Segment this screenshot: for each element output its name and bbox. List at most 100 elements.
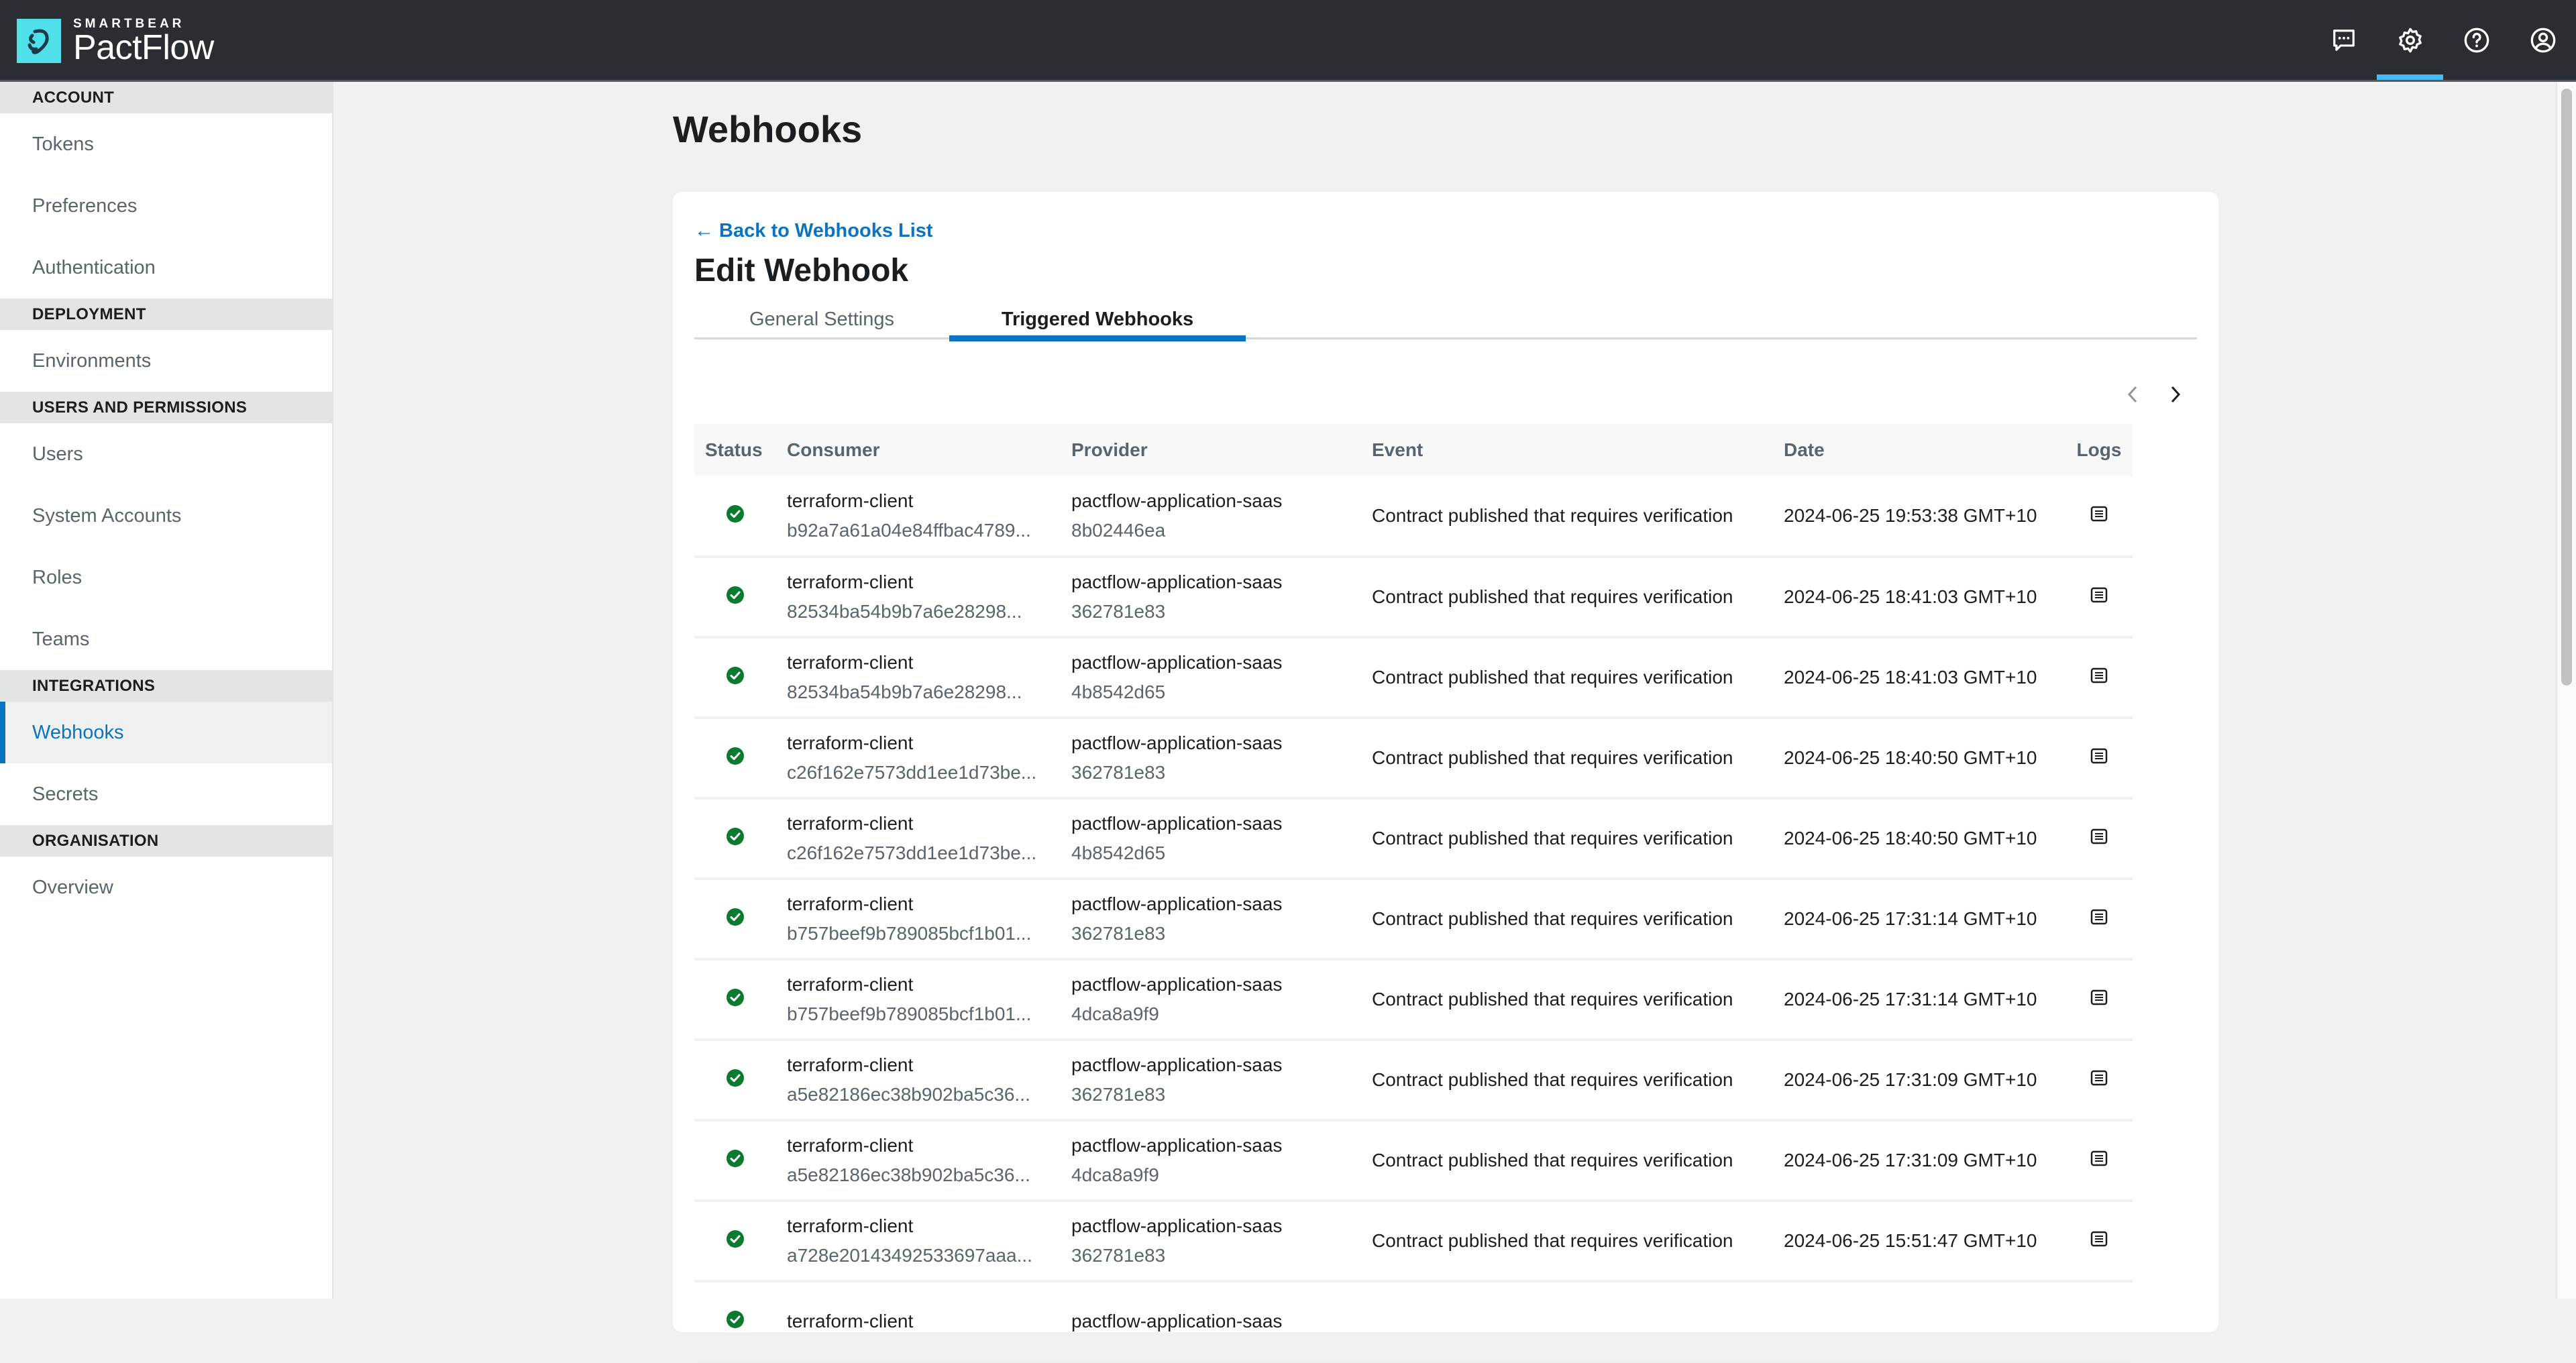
consumer-name[interactable]: terraform-client [787, 1131, 1061, 1160]
back-to-webhooks-list-link[interactable]: ← Back to Webhooks List [694, 220, 933, 242]
provider-name[interactable]: pactflow-application-saas [1071, 970, 1361, 999]
provider-name[interactable]: pactflow-application-saas [1071, 648, 1361, 677]
provider-name[interactable]: pactflow-application-saas [1071, 567, 1361, 597]
provider-version[interactable]: 4dca8a9f9 [1071, 999, 1361, 1029]
sidebar-item-system-accounts[interactable]: System Accounts [0, 485, 332, 547]
sidebar-item-overview[interactable]: Overview [0, 857, 332, 918]
event-cell: Contract published that requires verific… [1361, 1201, 1773, 1283]
sidebar-item-environments[interactable]: Environments [0, 330, 332, 392]
sidebar-item-roles[interactable]: Roles [0, 547, 332, 608]
provider-version[interactable]: 362781e83 [1071, 919, 1361, 948]
provider-version[interactable]: 4b8542d65 [1071, 677, 1361, 707]
consumer-name[interactable]: terraform-client [787, 1211, 1061, 1241]
provider-name[interactable]: pactflow-application-saas [1071, 1307, 1361, 1336]
page-scrollbar[interactable] [2556, 82, 2576, 1299]
provider-name[interactable]: pactflow-application-saas [1071, 486, 1361, 516]
provider-version[interactable]: 362781e83 [1071, 758, 1361, 787]
consumer-name[interactable]: terraform-client [787, 486, 1061, 516]
consumer-cell: terraform-client a5e82186ec38b902ba5c36.… [776, 1040, 1061, 1122]
view-logs-button[interactable] [2090, 587, 2108, 603]
date-text: 2024-06-25 18:41:03 GMT+10 [1784, 667, 2037, 688]
provider-version[interactable]: 362781e83 [1071, 1241, 1361, 1270]
provider-name[interactable]: pactflow-application-saas [1071, 728, 1361, 758]
date-cell: 2024-06-25 17:31:14 GMT+10 [1773, 959, 2065, 1041]
feedback-button[interactable] [2310, 0, 2377, 80]
logs-cell [2065, 1040, 2133, 1122]
consumer-cell: terraform-client a5e82186ec38b902ba5c36.… [776, 1120, 1061, 1202]
consumer-version[interactable]: 82534ba54b9b7a6e28298... [787, 677, 1061, 707]
account-button[interactable] [2510, 0, 2576, 80]
provider-version[interactable]: 4dca8a9f9 [1071, 1160, 1361, 1190]
pactflow-logo[interactable]: SMARTBEAR PactFlow [17, 17, 214, 67]
table-row: terraform-client c26f162e7573dd1ee1d73be… [694, 718, 2133, 800]
provider-version[interactable]: 4b8542d65 [1071, 838, 1361, 868]
provider-name[interactable]: pactflow-application-saas [1071, 1131, 1361, 1160]
column-header-date: Date [1784, 439, 1825, 460]
view-logs-button[interactable] [2090, 506, 2108, 522]
view-logs-button[interactable] [2090, 1231, 2108, 1247]
consumer-version[interactable]: c26f162e7573dd1ee1d73be... [787, 758, 1061, 787]
success-check-icon [727, 504, 744, 523]
view-logs-button[interactable] [2090, 989, 2108, 1005]
consumer-version[interactable]: a5e82186ec38b902ba5c36... [787, 1080, 1061, 1109]
logs-cell [2065, 718, 2133, 800]
sidebar-item-users[interactable]: Users [0, 423, 332, 485]
provider-cell: pactflow-application-saas 362781e83 [1061, 557, 1361, 639]
consumer-version[interactable]: c26f162e7573dd1ee1d73be... [787, 838, 1061, 868]
consumer-name[interactable]: terraform-client [787, 728, 1061, 758]
consumer-name[interactable]: terraform-client [787, 970, 1061, 999]
consumer-version[interactable]: b757beef9b789085bcf1b01... [787, 919, 1061, 948]
next-page-button[interactable] [2154, 380, 2197, 409]
consumer-version[interactable]: b92a7a61a04e84ffbac4789... [787, 516, 1061, 545]
date-text: 2024-06-25 19:53:38 GMT+10 [1784, 505, 2037, 526]
consumer-name[interactable]: terraform-client [787, 1307, 1061, 1336]
consumer-name[interactable]: terraform-client [787, 648, 1061, 677]
scrollbar-thumb[interactable] [2561, 89, 2572, 686]
sidebar-item-authentication[interactable]: Authentication [0, 237, 332, 298]
success-check-icon [727, 908, 744, 926]
consumer-version[interactable]: a5e82186ec38b902ba5c36... [787, 1160, 1061, 1190]
view-logs-button[interactable] [2090, 748, 2108, 764]
consumer-version[interactable]: a728e20143492533697aaa... [787, 1241, 1061, 1270]
view-logs-button[interactable] [2090, 667, 2108, 684]
sidebar-item-webhooks[interactable]: Webhooks [0, 702, 332, 763]
sidebar-item-tokens[interactable]: Tokens [0, 113, 332, 175]
date-text: 2024-06-25 17:31:09 GMT+10 [1784, 1069, 2037, 1090]
column-header-provider: Provider [1071, 439, 1148, 460]
view-logs-button[interactable] [2090, 909, 2108, 925]
help-button[interactable] [2443, 0, 2510, 80]
provider-name[interactable]: pactflow-application-saas [1071, 1211, 1361, 1241]
consumer-name[interactable]: terraform-client [787, 809, 1061, 838]
date-text: 2024-06-25 17:31:09 GMT+10 [1784, 1150, 2037, 1170]
view-logs-button[interactable] [2090, 828, 2108, 844]
settings-button[interactable] [2377, 0, 2443, 80]
consumer-version[interactable]: 82534ba54b9b7a6e28298... [787, 597, 1061, 626]
provider-cell: pactflow-application-saas 362781e83 [1061, 879, 1361, 961]
brand-name: PactFlow [73, 28, 214, 67]
consumer-name[interactable]: terraform-client [787, 567, 1061, 597]
date-text: 2024-06-25 17:31:14 GMT+10 [1784, 908, 2037, 929]
view-logs-button[interactable] [2090, 1070, 2108, 1086]
success-check-icon [727, 1149, 744, 1167]
previous-page-button[interactable] [2111, 380, 2154, 409]
tab-triggered-webhooks[interactable]: Triggered Webhooks [949, 306, 1246, 341]
sidebar-item-preferences[interactable]: Preferences [0, 175, 332, 237]
date-cell: 2024-06-25 17:31:09 GMT+10 [1773, 1040, 2065, 1122]
consumer-version[interactable]: b757beef9b789085bcf1b01... [787, 999, 1061, 1029]
provider-version[interactable]: 362781e83 [1071, 1080, 1361, 1109]
consumer-name[interactable]: terraform-client [787, 889, 1061, 919]
view-logs-button[interactable] [2090, 1150, 2108, 1166]
tab-general-settings[interactable]: General Settings [694, 306, 949, 339]
consumer-name[interactable]: terraform-client [787, 1050, 1061, 1080]
provider-name[interactable]: pactflow-application-saas [1071, 809, 1361, 838]
sidebar-item-secrets[interactable]: Secrets [0, 763, 332, 825]
table-row: terraform-client a5e82186ec38b902ba5c36.… [694, 1120, 2133, 1202]
consumer-cell: terraform-client b757beef9b789085bcf1b01… [776, 959, 1061, 1041]
provider-name[interactable]: pactflow-application-saas [1071, 1050, 1361, 1080]
sidebar-item-teams[interactable]: Teams [0, 608, 332, 670]
edit-webhook-title: Edit Webhook [694, 253, 909, 288]
provider-name[interactable]: pactflow-application-saas [1071, 889, 1361, 919]
provider-version[interactable]: 362781e83 [1071, 597, 1361, 626]
status-cell [694, 637, 776, 719]
provider-version[interactable]: 8b02446ea [1071, 516, 1361, 545]
